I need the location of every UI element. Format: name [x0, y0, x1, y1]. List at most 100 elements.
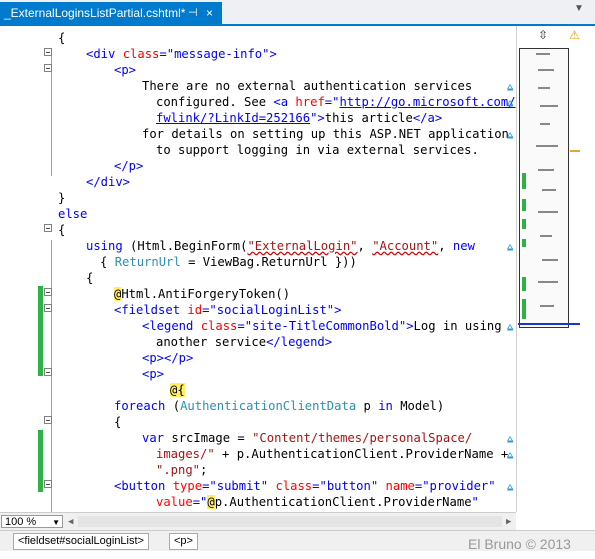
code-line: images/" + p.AuthenticationClient.Provid… — [156, 446, 508, 462]
code-line: @Html.AntiForgeryToken() — [114, 286, 290, 302]
code-line: <legend class="site-TitleCommonBold">Log… — [142, 318, 502, 334]
code-token: { — [58, 223, 66, 237]
code-token: <fieldset — [114, 303, 181, 317]
file-tab[interactable]: _ExternalLoginsListPartial.cshtml* ⊣ × — [0, 2, 222, 24]
scroll-thumb[interactable] — [519, 48, 569, 328]
map-change — [522, 219, 526, 229]
code-token: "> — [310, 111, 325, 125]
fold-toggle-icon[interactable] — [44, 416, 52, 424]
map-line — [540, 123, 550, 125]
minus-icon — [46, 68, 50, 69]
vertical-scrollbar-map[interactable] — [516, 26, 582, 512]
comment-icon[interactable]: ⩠ — [507, 322, 513, 333]
comment-icon[interactable]: ⩠ — [507, 242, 513, 253]
code-token: <a — [273, 95, 289, 109]
code-token: Html.AntiForgeryToken() — [121, 287, 291, 301]
code-token: images/" — [156, 447, 215, 461]
code-line: <p> — [142, 366, 164, 382]
code-token: Model) — [392, 399, 445, 413]
breadcrumb-item-fieldset[interactable]: <fieldset#socialLoginList> — [13, 533, 149, 550]
code-line: } — [58, 190, 65, 206]
code-token: http://go.microsoft.com/ — [339, 95, 516, 109]
map-line — [538, 281, 558, 283]
fold-toggle-icon[interactable] — [44, 48, 52, 56]
comment-icon[interactable]: ⩠ — [507, 130, 513, 141]
code-token: { — [100, 255, 115, 269]
code-token: p.AuthenticationClient.ProviderName — [214, 495, 472, 509]
scroll-track[interactable] — [78, 516, 502, 527]
code-token: <button — [114, 479, 166, 493]
code-token: =" — [324, 95, 340, 109]
comment-icon[interactable]: ⩠ — [507, 82, 513, 93]
code-line: { — [58, 30, 65, 46]
comment-icon[interactable]: ⩠ — [507, 434, 513, 445]
code-token: (Html.BeginForm( — [122, 239, 248, 253]
minus-icon — [46, 52, 50, 53]
change-bar — [38, 286, 43, 376]
map-line — [542, 259, 558, 261]
code-line: </p> — [114, 158, 143, 174]
minus-icon — [46, 372, 50, 373]
comment-icon[interactable]: ⩠ — [507, 450, 513, 461]
fold-guide — [51, 240, 52, 512]
map-line — [538, 69, 554, 71]
fold-toggle-icon[interactable] — [44, 304, 52, 312]
code-token: "Content/themes/personalSpace/ — [252, 431, 473, 445]
code-token: =" — [192, 495, 208, 509]
code-token: else — [58, 207, 88, 221]
fold-toggle-icon[interactable] — [44, 64, 52, 72]
code-token: "provider" — [422, 479, 496, 493]
code-editor[interactable]: {<div class="message-info"> <p> There are … — [0, 26, 516, 512]
code-token: ReturnUrl — [114, 255, 181, 269]
fold-toggle-icon[interactable] — [44, 224, 52, 232]
caret-position-marker — [518, 323, 580, 325]
code-token: fwlink/?LinkId=252166 — [156, 111, 311, 125]
minus-icon — [46, 228, 50, 229]
scroll-left-icon[interactable]: ◀ — [68, 517, 73, 527]
code-token: </p> — [114, 159, 144, 173]
code-token: > — [406, 319, 414, 333]
file-tab-title: _ExternalLoginsListPartial.cshtml* — [4, 6, 186, 20]
horizontal-scrollbar[interactable]: 100 % ▼ ◀ ▶ — [0, 512, 516, 530]
zoom-value: 100 % — [5, 516, 37, 528]
comment-icon[interactable]: ⩠ — [507, 482, 513, 493]
comment-icon[interactable]: ⩠ — [507, 98, 513, 109]
code-token: Log in using — [413, 319, 502, 333]
tab-dropdown-icon[interactable]: ▼ — [574, 3, 584, 14]
code-line: configured. See <a href="http://go.micro… — [156, 94, 516, 110]
code-token: { — [86, 271, 94, 285]
code-line: to support logging in via external servi… — [156, 142, 479, 158]
fold-toggle-icon[interactable] — [44, 368, 52, 376]
code-token: ( — [165, 399, 181, 413]
fold-toggle-icon[interactable] — [44, 480, 52, 488]
code-line: <p></p> — [142, 350, 193, 366]
map-line — [542, 189, 556, 191]
close-icon[interactable]: × — [206, 2, 213, 24]
splitter-icon[interactable]: ⇳ — [538, 28, 548, 42]
code-line: @{ — [170, 382, 185, 398]
map-line — [536, 145, 558, 147]
code-line: value="@p.AuthenticationClient.ProviderN… — [156, 494, 479, 510]
breadcrumb-item-p[interactable]: <p> — [169, 533, 198, 550]
chevron-down-icon: ▼ — [52, 518, 60, 527]
minus-icon — [46, 484, 50, 485]
code-token: </a> — [412, 111, 443, 125]
zoom-select[interactable]: 100 % ▼ — [1, 515, 63, 528]
scroll-right-icon[interactable]: ▶ — [506, 517, 511, 527]
map-line — [540, 105, 558, 107]
code-token: , — [438, 239, 453, 253]
fold-toggle-icon[interactable] — [44, 288, 52, 296]
code-token: to support logging in via external servi… — [156, 143, 479, 157]
editor-gutter — [0, 26, 52, 512]
code-token: "socialLoginList" — [209, 303, 335, 317]
code-token: "site-TitleCommonBold" — [244, 319, 407, 333]
code-token: <p></p> — [142, 351, 194, 365]
warning-icon[interactable]: ⚠ — [569, 28, 580, 42]
code-line: another service</legend> — [156, 334, 332, 350]
code-line: <p> — [114, 62, 136, 78]
code-token: AuthenticationClientData — [180, 399, 357, 413]
code-token: @ — [207, 495, 215, 509]
pin-icon[interactable]: ⊣ — [188, 2, 198, 24]
code-line: There are no external authentication ser… — [142, 78, 472, 94]
map-change — [522, 173, 526, 189]
